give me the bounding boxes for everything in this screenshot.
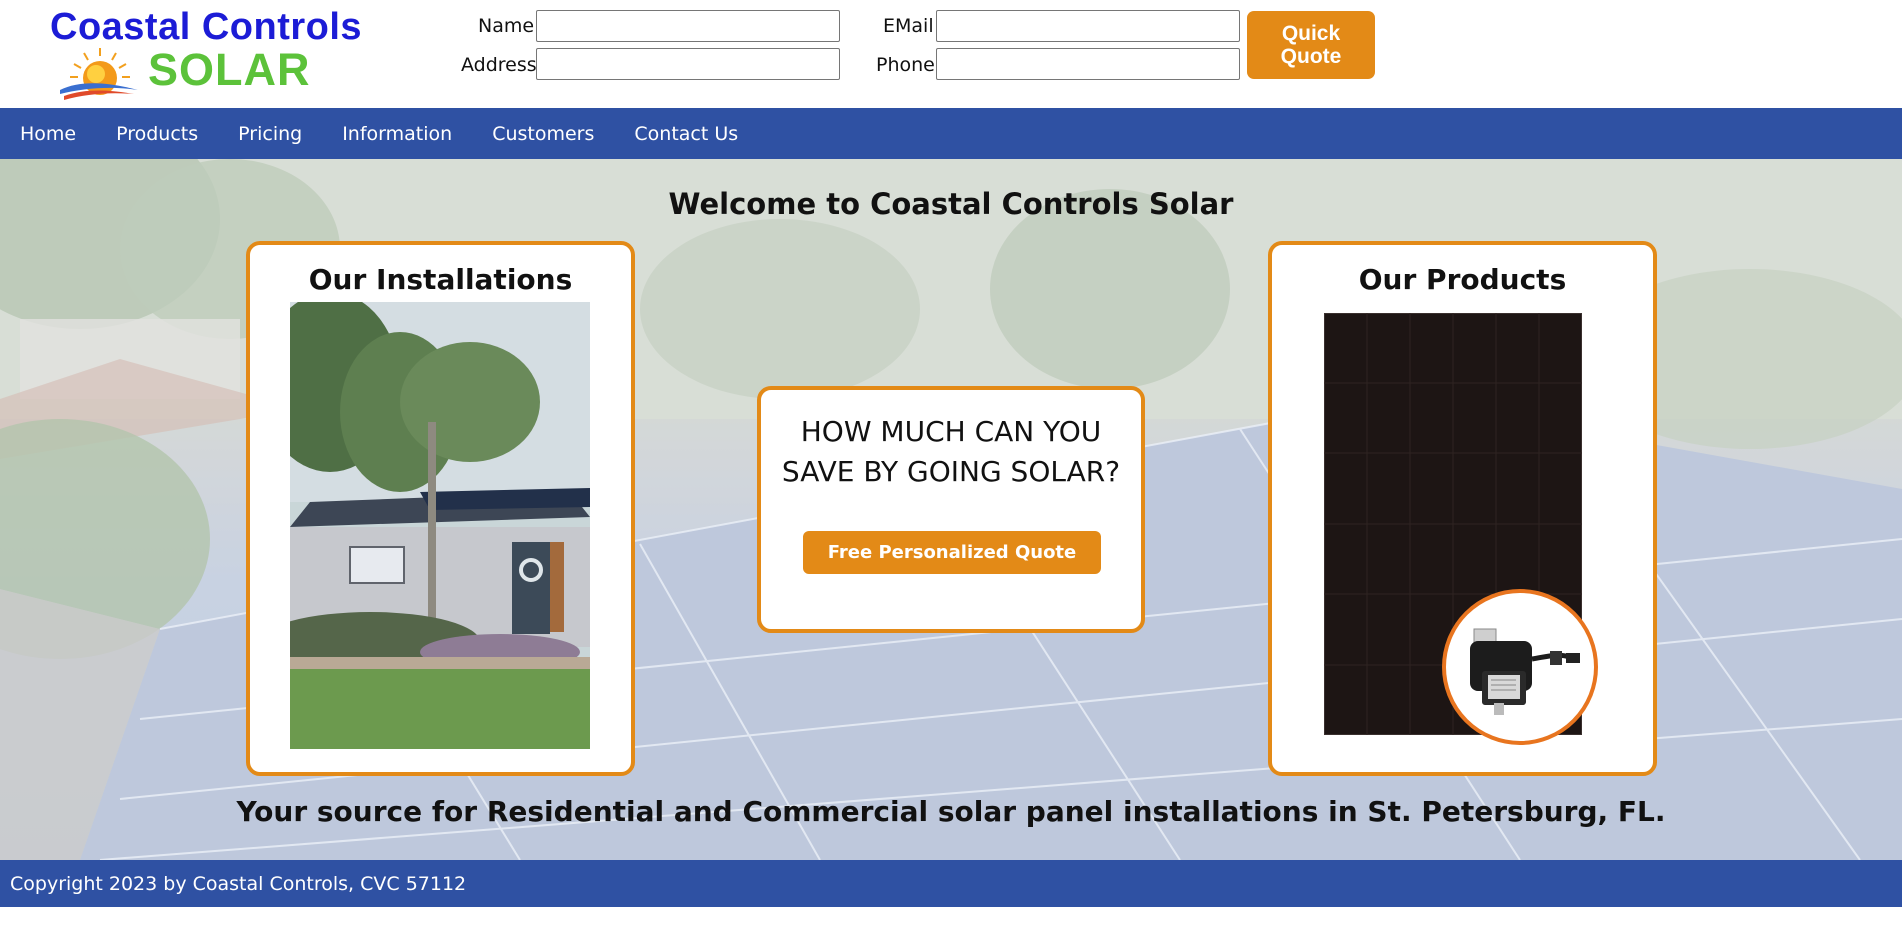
nav-customers[interactable]: Customers bbox=[492, 123, 594, 145]
name-label: Name bbox=[478, 15, 535, 37]
hero-title: Welcome to Coastal Controls Solar bbox=[668, 187, 1234, 221]
logo-text-solar: SOLAR bbox=[148, 44, 311, 95]
phone-label: Phone bbox=[876, 54, 935, 76]
logo-text-coastal-controls: Coastal Controls bbox=[50, 6, 363, 48]
products-title: Our Products bbox=[1358, 263, 1567, 296]
quick-quote-button[interactable]: Quick Quote bbox=[1247, 11, 1375, 79]
savings-card: HOW MUCH CAN YOU SAVE BY GOING SOLAR? Fr… bbox=[757, 386, 1145, 633]
copyright-text: Copyright 2023 by Coastal Controls, CVC … bbox=[10, 872, 467, 895]
site-header: Coastal Controls SOLAR Name Address EMai… bbox=[0, 0, 1902, 108]
nav-home[interactable]: Home bbox=[20, 123, 76, 145]
name-input[interactable] bbox=[536, 10, 840, 42]
address-label: Address bbox=[461, 54, 537, 76]
free-personalized-quote-button[interactable]: Free Personalized Quote bbox=[803, 531, 1101, 574]
savings-heading: HOW MUCH CAN YOU SAVE BY GOING SOLAR? bbox=[761, 412, 1141, 492]
main-nav: Home Products Pricing Information Custom… bbox=[0, 108, 1902, 159]
savings-heading-line2: SAVE BY GOING SOLAR? bbox=[781, 455, 1121, 488]
hero-section: Welcome to Coastal Controls Solar Our In… bbox=[0, 159, 1902, 860]
nav-contact-us[interactable]: Contact Us bbox=[634, 123, 738, 145]
installations-title: Our Installations bbox=[308, 263, 573, 296]
hero-tagline: Your source for Residential and Commerci… bbox=[236, 795, 1666, 828]
phone-input[interactable] bbox=[936, 48, 1240, 80]
address-input[interactable] bbox=[536, 48, 840, 80]
email-input[interactable] bbox=[936, 10, 1240, 42]
house-photo[interactable] bbox=[290, 302, 590, 749]
installations-card[interactable]: Our Installations bbox=[246, 241, 635, 776]
email-label: EMail bbox=[883, 15, 934, 37]
logo[interactable]: Coastal Controls SOLAR bbox=[50, 6, 363, 100]
microinverter-icon bbox=[1470, 628, 1580, 715]
nav-information[interactable]: Information bbox=[342, 123, 452, 145]
microinverter-image[interactable] bbox=[1442, 589, 1598, 745]
sun-logo-icon bbox=[60, 48, 138, 100]
nav-products[interactable]: Products bbox=[116, 123, 198, 145]
nav-pricing[interactable]: Pricing bbox=[238, 123, 302, 145]
products-card[interactable]: Our Products bbox=[1268, 241, 1657, 776]
savings-heading-line1: HOW MUCH CAN YOU bbox=[800, 415, 1102, 448]
site-footer: Copyright 2023 by Coastal Controls, CVC … bbox=[0, 860, 1902, 907]
